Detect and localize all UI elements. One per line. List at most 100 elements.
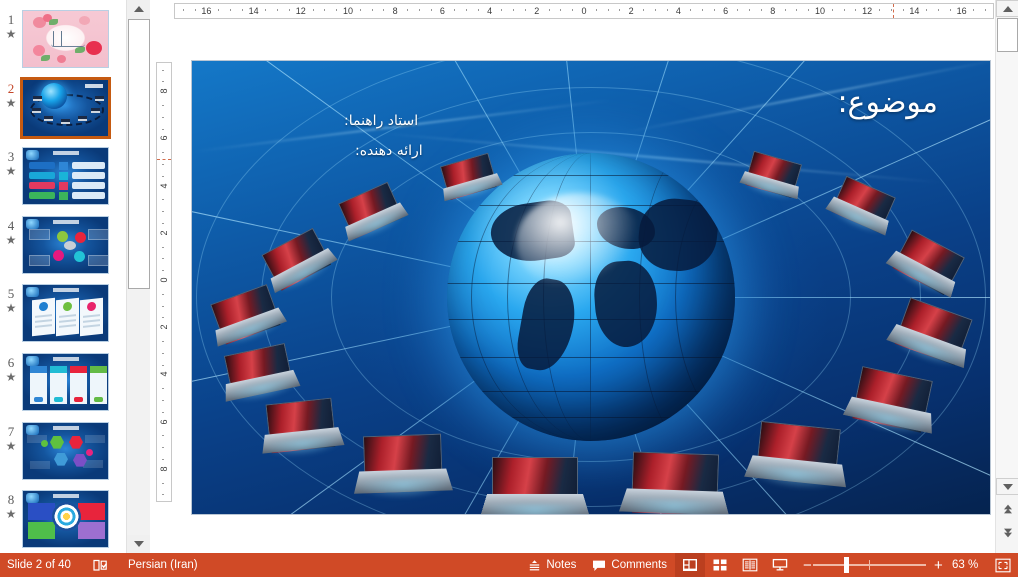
slide-thumbnail-8[interactable]: 8 ★ [0, 488, 126, 553]
slide-thumbnail-4[interactable]: 4 ★ [0, 214, 126, 282]
slide-area-scrollbar[interactable] [995, 0, 1018, 553]
slide-editor-area[interactable]: موضوع: استاد راهنما: ارائه دهنده: [150, 0, 995, 553]
ruler-indent-marker[interactable] [157, 159, 171, 161]
ruler-tick [890, 9, 892, 11]
zoom-out-button[interactable]: − [795, 553, 813, 577]
zoom-slider-handle[interactable] [844, 557, 849, 573]
ruler-tick-label: 0 [581, 6, 587, 16]
slide-presenter-text[interactable]: ارائه دهنده: [355, 143, 423, 159]
ruler-tick [477, 9, 479, 11]
ruler-tick [324, 9, 326, 11]
animation-star-icon[interactable]: ★ [4, 302, 18, 314]
animation-star-icon[interactable]: ★ [4, 508, 18, 520]
horizontal-ruler[interactable]: 16 14 12 10 8 6 4 2 0 2 4 6 8 10 12 14 16 [174, 3, 994, 19]
scrollbar-thumb[interactable] [128, 19, 150, 289]
slide-title-text[interactable]: موضوع: [837, 85, 938, 120]
slide-thumbnail-image[interactable] [22, 421, 109, 480]
ruler-tick [162, 317, 164, 319]
ruler-tick-label: 4 [487, 6, 493, 16]
slide-thumbnail-number: 4 [7, 217, 15, 233]
ruler-tick [277, 9, 279, 11]
slide-thumbnail-image[interactable] [22, 147, 109, 206]
ruler-tick [938, 9, 939, 11]
slide-thumbnail-7[interactable]: 7 ★ [0, 420, 126, 488]
slide-thumbnail-number: 8 [7, 492, 15, 508]
ruler-tick [902, 9, 904, 11]
animation-star-icon[interactable]: ★ [4, 440, 18, 452]
ruler-tick [879, 9, 880, 11]
animation-star-icon[interactable]: ★ [4, 371, 18, 383]
vertical-ruler[interactable]: 8 6 4 2 0 2 4 6 8 [156, 62, 172, 502]
ruler-tick [162, 223, 164, 224]
scroll-up-button[interactable] [127, 0, 151, 18]
slide-thumbnail-panel[interactable]: 1 ★ 2 ★ 3 ★ 4 ★ 5 ★ 6 ★ 7 ★ 8 ★ [0, 0, 126, 553]
previous-slide-button[interactable] [996, 500, 1018, 517]
ruler-tick [407, 9, 408, 11]
animation-star-icon[interactable]: ★ [4, 28, 18, 40]
ruler-tick [162, 152, 164, 154]
laptop-graphic [262, 397, 345, 460]
ruler-tick-label: 8 [392, 6, 398, 16]
animation-star-icon[interactable]: ★ [4, 234, 18, 246]
ruler-tick-label: 2 [159, 324, 169, 330]
scroll-up-button[interactable] [996, 0, 1018, 17]
slide-thumbnail-image[interactable] [22, 490, 109, 549]
zoom-in-button[interactable]: + [926, 553, 944, 577]
animation-star-icon[interactable]: ★ [4, 97, 18, 109]
laptop-graphic [479, 457, 591, 514]
slide-thumbnail-number: 5 [7, 286, 15, 302]
zoom-percent-label[interactable]: 63 % [944, 553, 988, 577]
ruler-tick [162, 459, 164, 460]
ruler-tick-label: 8 [159, 466, 169, 472]
reading-view-button[interactable] [735, 553, 765, 577]
slide-thumbnail-image[interactable] [22, 10, 109, 68]
chevron-up-icon [134, 6, 144, 12]
slide-supervisor-text[interactable]: استاد راهنما: [344, 113, 418, 129]
slide-sorter-view-button[interactable] [705, 553, 735, 577]
ruler-tick [194, 9, 196, 11]
ruler-tick [525, 9, 526, 11]
scroll-down-button[interactable] [996, 478, 1018, 495]
ruler-tick [162, 482, 164, 484]
slide-thumbnail-image[interactable] [20, 76, 111, 139]
thumbnail-art-globe [23, 79, 108, 136]
normal-view-button[interactable] [675, 553, 705, 577]
slide-thumbnail-image[interactable] [22, 353, 109, 411]
slide-thumbnail-6[interactable]: 6 ★ [0, 351, 126, 419]
scroll-down-button[interactable] [127, 535, 151, 553]
slide-thumbnail-image[interactable] [22, 215, 109, 274]
ruler-tick [336, 9, 338, 11]
animation-star-icon[interactable]: ★ [4, 165, 18, 177]
normal-view-icon [683, 559, 697, 571]
thumbnail-panel-scrollbar[interactable] [126, 0, 151, 553]
ruler-tick [761, 9, 762, 11]
spelling-check-button[interactable] [85, 553, 116, 577]
slide-count-label[interactable]: Slide 2 of 40 [0, 553, 85, 577]
slide-thumbnail-image[interactable] [22, 284, 109, 343]
slide-thumbnail-5[interactable]: 5 ★ [0, 282, 126, 350]
notes-button[interactable]: Notes [520, 553, 584, 577]
ruler-tick [162, 494, 164, 496]
ruler-tick-label: 4 [675, 6, 681, 16]
slide-show-view-button[interactable] [765, 553, 795, 577]
fit-slide-to-window-button[interactable] [988, 558, 1018, 573]
slide-canvas[interactable]: موضوع: استاد راهنما: ارائه دهنده: [191, 60, 991, 515]
language-label[interactable]: Persian (Iran) [116, 553, 206, 577]
ruler-tick [607, 9, 609, 11]
zoom-slider[interactable] [813, 553, 926, 577]
next-slide-button[interactable] [996, 524, 1018, 541]
ruler-tick [654, 9, 656, 11]
slide-thumbnail-1[interactable]: 1 ★ [0, 8, 126, 76]
slide-show-icon [772, 558, 788, 571]
laptop-graphic [744, 420, 846, 494]
scrollbar-thumb[interactable] [997, 18, 1018, 52]
ruler-tick [548, 9, 550, 11]
ruler-tick-label: 4 [159, 183, 169, 189]
comments-button[interactable]: Comments [584, 553, 675, 577]
ruler-indent-marker[interactable] [893, 4, 895, 18]
slide-thumbnail-number: 6 [7, 355, 15, 370]
slide-thumbnail-3[interactable]: 3 ★ [0, 145, 126, 213]
scrollbar-track[interactable] [996, 18, 1018, 478]
chevron-down-icon [1002, 483, 1013, 490]
slide-thumbnail-2[interactable]: 2 ★ [0, 76, 126, 145]
